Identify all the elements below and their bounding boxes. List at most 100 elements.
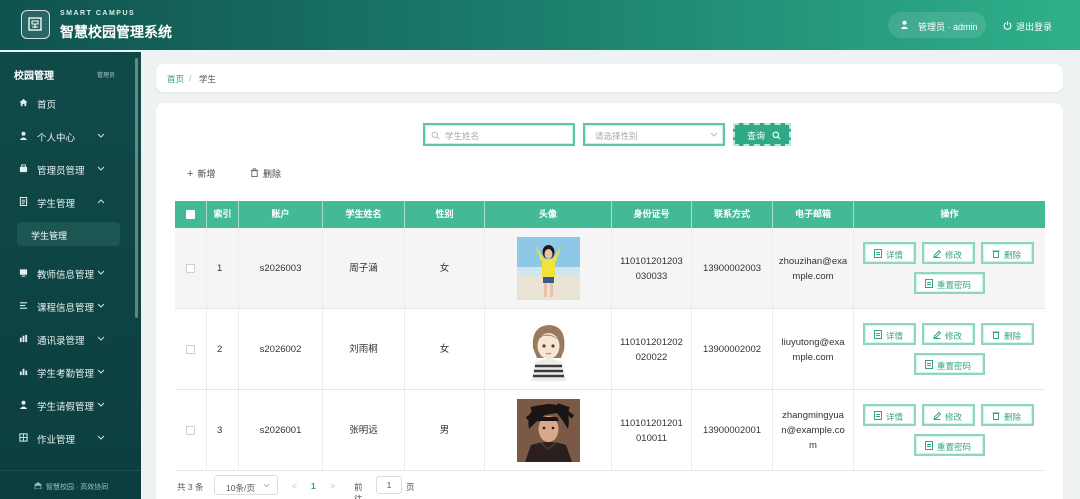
chevron-down-icon <box>97 435 105 440</box>
sidebar-item-students[interactable]: 学生管理 <box>0 187 135 215</box>
user-icon <box>19 131 28 140</box>
student-avatar <box>516 318 580 381</box>
col-account: 账户 <box>239 201 323 228</box>
logout-button[interactable]: 退出登录 <box>1003 20 1052 33</box>
add-button[interactable]: + 新增 <box>187 167 215 180</box>
trash-icon <box>250 168 259 177</box>
pagination-total: 共 3 条 <box>177 482 204 492</box>
user-label: 管理员 · admin <box>918 22 978 32</box>
trash-icon <box>992 331 1000 339</box>
home-icon <box>19 98 28 107</box>
document-icon <box>925 441 933 450</box>
page-number-1[interactable]: 1 <box>311 481 316 491</box>
delete-button[interactable]: 删除 <box>981 242 1034 264</box>
edit-button[interactable]: 修改 <box>922 242 975 264</box>
sidebar-item-teachers[interactable]: 教师信息管理 <box>0 258 135 286</box>
detail-button[interactable]: 详情 <box>863 323 916 345</box>
delete-button[interactable]: 删除 <box>981 404 1034 426</box>
cell-gender: 女 <box>405 228 485 309</box>
user-icon <box>900 20 909 29</box>
sidebar-title: 校园管理 <box>14 71 54 82</box>
sidebar-item-leave[interactable]: 学生请假管理 <box>0 390 135 418</box>
sidebar-item-home[interactable]: 首页 <box>0 88 135 116</box>
col-name: 学生姓名 <box>323 201 405 228</box>
reset-password-button[interactable]: 重置密码 <box>914 272 985 294</box>
sidebar-item-courses[interactable]: 课程信息管理 <box>0 291 135 319</box>
table-row: 2 s2026002 刘雨桐 女 110101201202 020022 139… <box>175 309 1045 390</box>
student-avatar <box>516 237 580 300</box>
query-button[interactable]: 查询 <box>733 123 791 146</box>
cell-gender: 女 <box>405 309 485 390</box>
detail-button[interactable]: 详情 <box>863 404 916 426</box>
col-index: 索引 <box>207 201 239 228</box>
next-page-button[interactable]: > <box>330 481 335 491</box>
sidebar-item-attendance[interactable]: 学生考勤管理 <box>0 357 135 385</box>
sidebar-item-contacts[interactable]: 通讯录管理 <box>0 324 135 352</box>
sidebar-scrollbar[interactable] <box>135 58 138 318</box>
table-row: 1 s2026003 周子涵 女 110101201203 030033 139… <box>175 228 1045 309</box>
col-phone: 联系方式 <box>692 201 773 228</box>
delete-button[interactable]: 删除 <box>981 323 1034 345</box>
breadcrumb-current: 学生 <box>199 74 217 84</box>
document-icon <box>874 411 882 420</box>
student-name-search-input[interactable]: 学生姓名 <box>423 123 575 146</box>
select-all-checkbox[interactable] <box>186 210 195 219</box>
trash-icon <box>992 250 1000 258</box>
detail-button[interactable]: 详情 <box>863 242 916 264</box>
edit-button[interactable]: 修改 <box>922 323 975 345</box>
cell-index: 3 <box>207 390 239 471</box>
batch-delete-button[interactable]: 删除 <box>250 167 281 180</box>
page-size-select[interactable]: 10条/页 <box>214 475 278 495</box>
brand-english: SMART CAMPUS <box>60 10 136 17</box>
page-suffix: 页 <box>406 482 415 492</box>
chevron-down-icon <box>97 270 105 275</box>
row-actions: 详情 修改 删除 重置密码 <box>854 390 1044 471</box>
reset-password-button[interactable]: 重置密码 <box>914 353 985 375</box>
table-row: 3 s2026001 张明远 男 110101201201 010011 139… <box>175 390 1045 471</box>
cell-name: 张明远 <box>323 390 405 471</box>
chevron-down-icon <box>263 483 270 488</box>
cell-id-number: 110101201201 010011 <box>612 390 692 471</box>
document-icon <box>874 330 882 339</box>
sidebar-item-profile[interactable]: 个人中心 <box>0 121 135 149</box>
cell-gender: 男 <box>405 390 485 471</box>
chevron-down-icon <box>97 133 105 138</box>
cell-name: 刘雨桐 <box>323 309 405 390</box>
document-icon <box>925 279 933 288</box>
cell-phone: 13900002001 <box>692 390 773 471</box>
book-icon <box>19 269 28 277</box>
sidebar-item-homework[interactable]: 作业管理 <box>0 423 135 451</box>
breadcrumb-separator: / <box>189 73 192 83</box>
user-icon <box>19 400 28 409</box>
cell-phone: 13900002002 <box>692 309 773 390</box>
bar-chart-icon <box>19 368 28 376</box>
document-icon <box>874 249 882 258</box>
user-menu[interactable]: 管理员 · admin <box>888 12 986 38</box>
campus-icon <box>34 482 42 489</box>
goto-label: 前往 <box>354 482 363 499</box>
sidebar-subitem-student-manage[interactable]: 学生管理 <box>17 222 120 246</box>
sidebar: 校园管理 管理员 首页 个人中心 管理员管理 学生管理 学生管理 教师信息管理 … <box>0 52 141 499</box>
gender-select[interactable]: 请选择性别 <box>583 123 725 146</box>
goto-page-input[interactable]: 1 <box>376 476 402 494</box>
query-label: 查询 <box>747 131 766 141</box>
reset-password-button[interactable]: 重置密码 <box>914 434 985 456</box>
power-icon <box>1003 21 1012 30</box>
chevron-down-icon <box>97 402 105 407</box>
list-icon <box>19 302 28 309</box>
cell-index: 1 <box>207 228 239 309</box>
row-checkbox[interactable] <box>186 345 195 354</box>
row-checkbox[interactable] <box>186 264 195 273</box>
cell-phone: 13900002003 <box>692 228 773 309</box>
cell-account: s2026001 <box>239 390 323 471</box>
col-email: 电子邮箱 <box>773 201 854 228</box>
col-actions: 操作 <box>940 209 959 219</box>
edit-button[interactable]: 修改 <box>922 404 975 426</box>
pencil-icon <box>933 411 941 420</box>
cell-index: 2 <box>207 309 239 390</box>
breadcrumb-home-link[interactable]: 首页 <box>167 73 184 85</box>
prev-page-button[interactable]: < <box>292 481 297 491</box>
breadcrumb: 首页 / 学生 <box>156 64 1063 92</box>
sidebar-item-admins[interactable]: 管理员管理 <box>0 154 135 182</box>
row-checkbox[interactable] <box>186 426 195 435</box>
